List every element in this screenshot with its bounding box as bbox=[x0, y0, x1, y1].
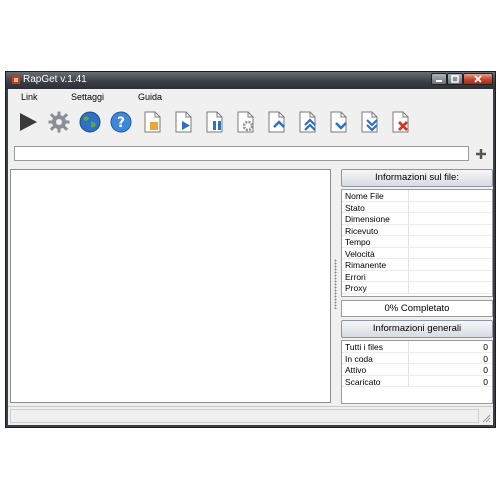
info-label: In coda bbox=[345, 353, 373, 364]
close-button[interactable] bbox=[463, 73, 493, 85]
file-start-button[interactable] bbox=[171, 110, 195, 134]
column-divider bbox=[408, 201, 409, 212]
add-link-button[interactable] bbox=[475, 148, 487, 160]
maximize-button[interactable] bbox=[447, 73, 463, 85]
new-file-button[interactable] bbox=[140, 110, 164, 134]
menu-link[interactable]: Link bbox=[21, 92, 38, 102]
file-gear-icon bbox=[237, 111, 254, 133]
file-double-up-icon bbox=[299, 111, 316, 133]
info-label: Tempo bbox=[345, 237, 371, 247]
info-value: 0 bbox=[483, 353, 488, 364]
menu-settaggi[interactable]: Settaggi bbox=[71, 92, 104, 102]
toolbar: ? bbox=[8, 106, 493, 138]
file-arrow-up-icon bbox=[268, 111, 285, 133]
settings-button[interactable] bbox=[47, 110, 71, 134]
download-list[interactable] bbox=[10, 169, 331, 403]
help-icon: ? bbox=[110, 111, 132, 133]
move-down-button[interactable] bbox=[326, 110, 350, 134]
info-row: Scaricato 0 bbox=[342, 375, 492, 387]
client-area: Link Settaggi Guida ? Informazioni sul f… bbox=[8, 89, 493, 425]
delete-button[interactable] bbox=[388, 110, 412, 134]
plus-icon bbox=[476, 149, 486, 159]
column-divider bbox=[408, 236, 409, 247]
column-divider bbox=[408, 259, 409, 270]
status-bar bbox=[8, 406, 493, 425]
info-row: Velocità bbox=[342, 247, 492, 259]
menu-guida[interactable]: Guida bbox=[138, 92, 162, 102]
web-button[interactable] bbox=[78, 110, 102, 134]
help-button[interactable]: ? bbox=[109, 110, 133, 134]
info-row: Tempo bbox=[342, 236, 492, 248]
info-row: Ricevuto bbox=[342, 224, 492, 236]
general-info-table: Tutti i files 0 In coda 0 Attivo 0 Scaricato 0 bbox=[341, 340, 493, 404]
info-row: Proxy bbox=[342, 282, 492, 294]
play-icon bbox=[20, 113, 37, 131]
gear-icon bbox=[48, 111, 70, 133]
info-label: Stato bbox=[345, 202, 365, 213]
column-divider bbox=[408, 352, 409, 363]
info-row: In coda 0 bbox=[342, 352, 492, 364]
info-label: Tutti i files bbox=[345, 342, 383, 352]
move-top-button[interactable] bbox=[295, 110, 319, 134]
file-new-icon bbox=[144, 111, 161, 133]
file-play-icon bbox=[175, 111, 192, 133]
info-label: Attivo bbox=[345, 365, 367, 375]
splitter-handle[interactable] bbox=[334, 259, 337, 309]
info-row: Rimanente bbox=[342, 259, 492, 271]
file-delete-icon bbox=[392, 111, 409, 133]
file-info-table: Nome File Stato Dimensione Ricevuto Tempo Vel… bbox=[341, 189, 493, 297]
file-settings-button[interactable] bbox=[233, 110, 257, 134]
status-panel bbox=[10, 409, 479, 423]
info-label: Dimensione bbox=[345, 214, 390, 224]
app-icon bbox=[12, 76, 20, 84]
menu-bar: Link Settaggi Guida bbox=[8, 89, 493, 104]
info-label: Velocità bbox=[345, 248, 375, 259]
info-value: 0 bbox=[483, 376, 488, 387]
general-info-header[interactable]: Informazioni generali bbox=[341, 320, 493, 338]
info-row: Errori bbox=[342, 270, 492, 282]
svg-text:?: ? bbox=[117, 115, 125, 131]
info-value: 0 bbox=[483, 342, 488, 352]
info-row: Dimensione bbox=[342, 213, 492, 225]
file-double-down-icon bbox=[361, 111, 378, 133]
resize-grip-icon[interactable] bbox=[481, 413, 491, 423]
column-divider bbox=[408, 375, 409, 386]
progress-indicator: 0% Completato bbox=[341, 300, 493, 317]
app-window: RapGet v.1.41 Link Settaggi Guida ? Info… bbox=[5, 71, 496, 428]
info-row: Attivo 0 bbox=[342, 364, 492, 376]
info-label: Nome File bbox=[345, 191, 384, 201]
info-label: Proxy bbox=[345, 283, 367, 293]
info-value: 0 bbox=[483, 365, 488, 375]
file-pause-button[interactable] bbox=[202, 110, 226, 134]
move-bottom-button[interactable] bbox=[357, 110, 381, 134]
column-divider bbox=[408, 282, 409, 293]
column-divider bbox=[408, 247, 409, 258]
url-input[interactable] bbox=[14, 146, 469, 161]
info-row: Stato bbox=[342, 201, 492, 213]
window-title: RapGet v.1.41 bbox=[23, 74, 87, 85]
close-icon bbox=[474, 75, 482, 83]
file-info-header[interactable]: Informazioni sul file: bbox=[341, 169, 493, 187]
minimize-button[interactable] bbox=[431, 73, 447, 85]
minimize-icon bbox=[436, 80, 442, 82]
info-label: Scaricato bbox=[345, 376, 381, 387]
column-divider bbox=[408, 190, 409, 201]
start-button[interactable] bbox=[16, 110, 40, 134]
info-label: Errori bbox=[345, 271, 366, 282]
column-divider bbox=[408, 341, 409, 352]
file-pause-icon bbox=[206, 111, 223, 133]
maximize-icon bbox=[451, 75, 459, 83]
title-bar[interactable]: RapGet v.1.41 bbox=[6, 72, 495, 89]
move-up-button[interactable] bbox=[264, 110, 288, 134]
globe-icon bbox=[79, 111, 101, 133]
column-divider bbox=[408, 213, 409, 224]
info-label: Rimanente bbox=[345, 260, 387, 270]
column-divider bbox=[408, 270, 409, 281]
info-row: Nome File bbox=[342, 190, 492, 202]
column-divider bbox=[408, 364, 409, 375]
file-arrow-down-icon bbox=[330, 111, 347, 133]
column-divider bbox=[408, 224, 409, 235]
info-label: Ricevuto bbox=[345, 225, 379, 236]
info-row: Tutti i files 0 bbox=[342, 341, 492, 353]
